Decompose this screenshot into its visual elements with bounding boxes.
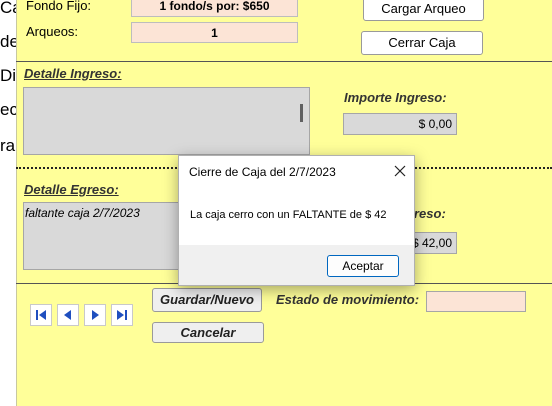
estado-movimiento-label: Estado de movimiento: <box>276 292 420 307</box>
left-strip-text: ra <box>0 136 16 155</box>
detalle-ingreso-field[interactable] <box>23 87 310 155</box>
last-record-icon <box>117 310 127 320</box>
arqueos-field[interactable]: 1 <box>131 22 298 43</box>
first-record-button[interactable] <box>30 304 52 326</box>
left-strip-text: de <box>0 32 16 51</box>
close-icon <box>394 165 406 177</box>
fondo-fijo-label: Fondo Fijo: <box>26 0 92 13</box>
estado-movimiento-field[interactable] <box>426 291 526 312</box>
importe-egreso-label: reso: <box>414 206 446 221</box>
previous-record-icon <box>64 310 71 320</box>
detalle-ingreso-label: Detalle Ingreso: <box>24 66 122 81</box>
detalle-egreso-field[interactable]: faltante caja 2/7/2023 <box>23 202 193 270</box>
importe-ingreso-label: Importe Ingreso: <box>344 90 447 105</box>
left-panel-strip <box>0 0 17 406</box>
fondo-fijo-field[interactable]: 1 fondo/s por: $650 <box>131 0 298 17</box>
aceptar-button[interactable]: Aceptar <box>327 255 399 277</box>
cerrar-caja-button[interactable]: Cerrar Caja <box>361 31 483 55</box>
cargar-arqueo-button[interactable]: Cargar Arqueo <box>363 0 484 21</box>
dialog-message: La caja cerro con un FALTANTE de $ 42 <box>190 209 387 221</box>
dialog-close-button[interactable] <box>391 162 409 180</box>
previous-record-button[interactable] <box>57 304 79 326</box>
dialog-title: Cierre de Caja del 2/7/2023 <box>189 165 336 179</box>
detalle-egreso-label: Detalle Egreso: <box>24 182 119 197</box>
message-dialog: Cierre de Caja del 2/7/2023 La caja cerr… <box>178 155 415 286</box>
left-strip-text: Ca <box>0 0 16 17</box>
section-divider <box>16 61 552 62</box>
first-record-icon <box>36 310 46 320</box>
next-record-button[interactable] <box>84 304 106 326</box>
next-record-icon <box>92 310 99 320</box>
guardar-nuevo-button[interactable]: Guardar/Nuevo <box>152 288 262 312</box>
last-record-button[interactable] <box>111 304 133 326</box>
cancelar-button[interactable]: Cancelar <box>152 322 264 343</box>
left-strip-text: Dia <box>0 66 16 85</box>
scrollbar-thumb[interactable] <box>300 104 303 122</box>
arqueos-label: Arqueos: <box>26 24 79 39</box>
importe-ingreso-field[interactable]: $ 0,00 <box>343 113 457 135</box>
left-strip-text: ec <box>0 100 16 119</box>
